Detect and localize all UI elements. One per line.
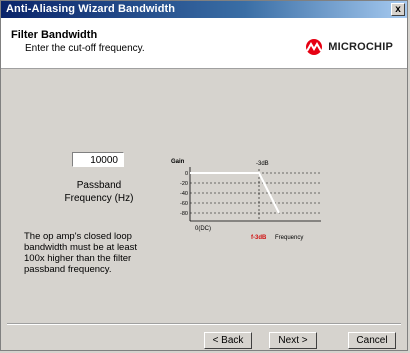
chart-ytick-label: -80 <box>180 211 188 217</box>
passband-frequency-input[interactable] <box>72 152 124 167</box>
chart-cutoff-label: f-3dB <box>251 235 267 241</box>
cancel-button[interactable]: Cancel <box>348 332 396 349</box>
microchip-logo-icon <box>306 39 323 55</box>
chart-ytick-label: -40 <box>180 191 188 197</box>
chart-x-origin-label: 0(DC) <box>195 226 211 232</box>
logo-text: MICROCHIP <box>328 41 393 53</box>
chart-ytick-label: -20 <box>180 181 188 187</box>
window-title: Anti-Aliasing Wizard Bandwidth <box>6 3 176 15</box>
page-title: Filter Bandwidth <box>11 29 98 41</box>
passband-label-line2: Frequency (Hz) <box>64 193 134 204</box>
chart-marker-label: -3dB <box>256 161 269 167</box>
wizard-header: Filter Bandwidth Enter the cut-off frequ… <box>1 18 407 69</box>
chart-ylabel: Gain <box>171 159 185 165</box>
title-bar: Anti-Aliasing Wizard Bandwidth x <box>1 1 407 18</box>
back-button[interactable]: < Back <box>204 332 252 349</box>
next-button[interactable]: Next > <box>269 332 317 349</box>
chart-xlabel: Frequency <box>275 235 303 241</box>
filter-response-chart: Gain -3dB 0 -20 -40 -60 -80 0(DC) f-3dB Freq… <box>171 159 321 241</box>
close-button[interactable]: x <box>391 3 405 16</box>
wizard-window: Anti-Aliasing Wizard Bandwidth x Filter … <box>0 0 408 351</box>
passband-frequency-label: Passband Frequency (Hz) <box>61 179 137 205</box>
chart-ytick-label: 0 <box>185 171 188 177</box>
chart-ytick-label: -60 <box>180 201 188 207</box>
passband-label-line1: Passband <box>76 180 122 191</box>
bandwidth-note: The op amp's closed loop bandwidth must … <box>24 231 138 275</box>
microchip-logo: MICROCHIP <box>303 38 393 56</box>
footer-divider <box>7 323 401 325</box>
page-subtitle: Enter the cut-off frequency. <box>25 43 145 54</box>
